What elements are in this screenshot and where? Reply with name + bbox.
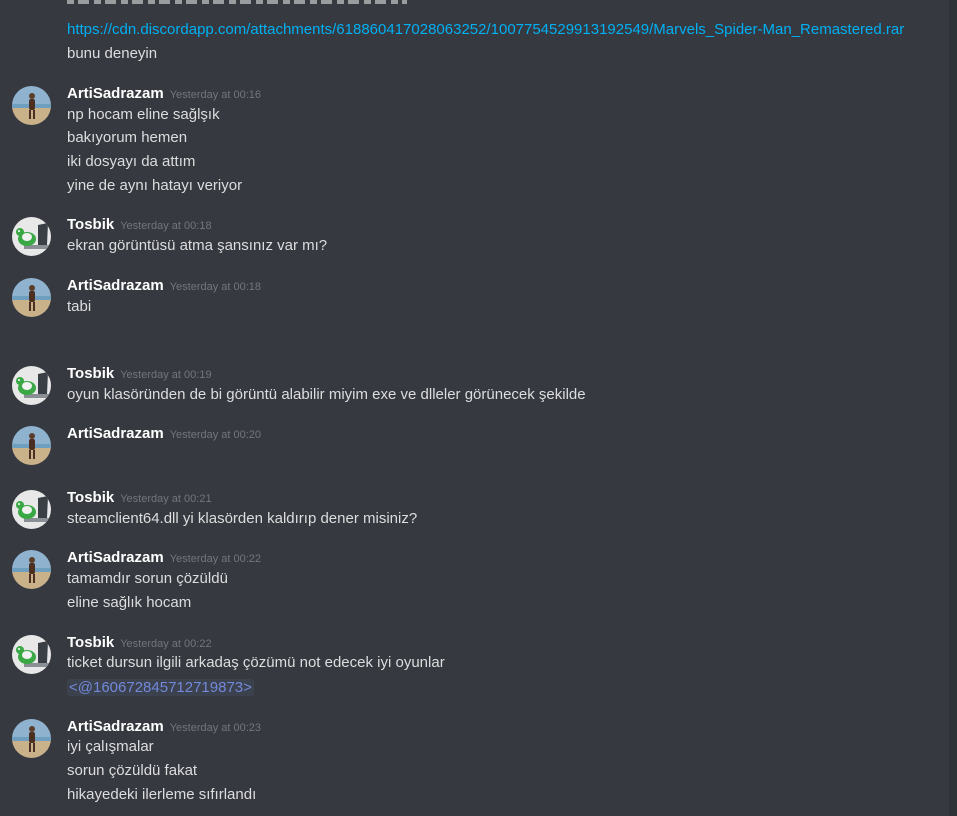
message-text: bunu deneyin [67, 45, 158, 62]
timestamp: Yesterday at 00:22 [120, 638, 212, 650]
message-text: bakıyorum hemen [67, 129, 188, 146]
timestamp: Yesterday at 00:18 [169, 281, 262, 293]
message-text: oyun klasöründen de bi görüntü alabilir … [67, 386, 586, 403]
author-name[interactable]: ArtiSadrazam [67, 425, 164, 442]
turtle-laptop-avatar[interactable] [12, 635, 51, 674]
message-text: np hocam eline sağlşık [67, 106, 220, 123]
message-text: iyi çalışmalar [67, 738, 154, 755]
author-name[interactable]: Tosbik [67, 216, 114, 233]
timestamp: Yesterday at 00:23 [169, 722, 262, 734]
turtle-laptop-avatar[interactable] [12, 490, 51, 529]
author-name[interactable]: Tosbik [67, 365, 114, 382]
message-text: ticket dursun ilgili arkadaş çözümü not … [67, 654, 445, 671]
cut-off-text-line [67, 0, 407, 4]
author-name[interactable]: ArtiSadrazam [67, 85, 164, 102]
message-text: tamamdır sorun çözüldü [67, 570, 228, 587]
timestamp: Yesterday at 00:18 [120, 220, 212, 232]
beach-person-avatar[interactable] [12, 719, 51, 758]
timestamp: Yesterday at 00:20 [169, 429, 262, 441]
message-text: ekran görüntüsü atma şansınız var mı? [67, 237, 328, 254]
author-name[interactable]: ArtiSadrazam [67, 277, 164, 294]
turtle-laptop-avatar[interactable] [12, 217, 51, 256]
message-text: sorun çözüldü fakat [67, 762, 198, 779]
turtle-laptop-avatar[interactable] [12, 366, 51, 405]
timestamp: Yesterday at 00:19 [120, 369, 212, 381]
author-name[interactable]: Tosbik [67, 489, 114, 506]
message-text: tabi [67, 298, 92, 315]
beach-person-avatar[interactable] [12, 86, 51, 125]
timestamp: Yesterday at 00:16 [169, 89, 262, 101]
timestamp: Yesterday at 00:21 [120, 493, 212, 505]
message-text: hikayedeki ilerleme sıfırlandı [67, 786, 257, 803]
beach-person-avatar[interactable] [12, 278, 51, 317]
beach-person-avatar[interactable] [12, 550, 51, 589]
beach-person-avatar[interactable] [12, 426, 51, 465]
message-text: yine de aynı hatayı veriyor [67, 177, 243, 194]
author-name[interactable]: ArtiSadrazam [67, 718, 164, 735]
timestamp: Yesterday at 00:22 [169, 553, 262, 565]
chat-messages[interactable]: https://cdn.discordapp.com/attachments/6… [0, 0, 957, 816]
message-text: iki dosyayı da attım [67, 153, 196, 170]
author-name[interactable]: Tosbik [67, 634, 114, 651]
message-text: eline sağlık hocam [67, 594, 192, 611]
user-mention[interactable]: <@160672845712719873> [67, 679, 254, 696]
attachment-link[interactable]: https://cdn.discordapp.com/attachments/6… [67, 21, 904, 38]
author-name[interactable]: ArtiSadrazam [67, 549, 164, 566]
scrollbar-track[interactable] [949, 0, 957, 816]
message-text: steamclient64.dll yi klasörden kaldırıp … [67, 510, 418, 527]
